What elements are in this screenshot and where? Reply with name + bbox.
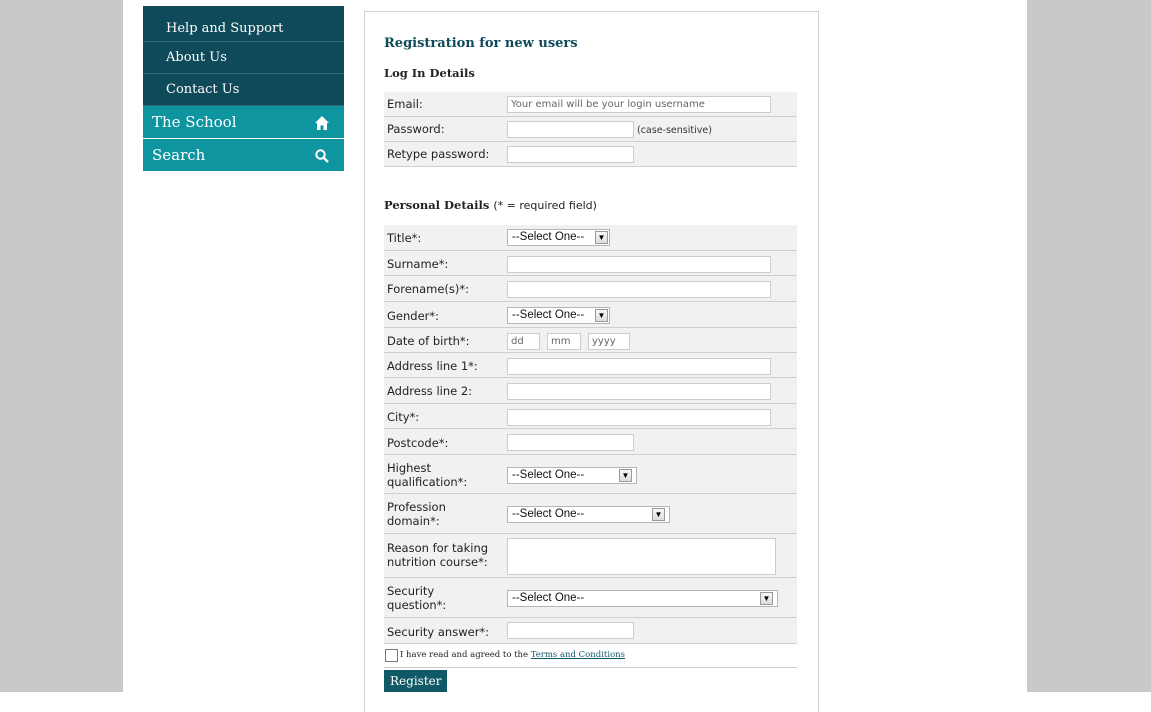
password-row: Password: (case-sensitive): [384, 117, 797, 142]
dob-month-input[interactable]: mm: [547, 333, 581, 350]
forename-input[interactable]: [507, 281, 771, 298]
sidebar-top-strip: [143, 6, 344, 16]
security-question-label-line-2: question*:: [387, 598, 447, 612]
sidebar-item-about-us[interactable]: About Us: [143, 42, 344, 74]
terms-agreement: I have read and agreed to the Terms and …: [384, 649, 797, 668]
profession-label-line-2: domain*:: [387, 514, 440, 528]
qualification-select[interactable]: --Select One-- ▼: [507, 467, 637, 484]
chevron-down-icon: ▼: [619, 469, 632, 482]
title-label: Title*:: [387, 231, 422, 245]
sidebar-item-contact-us[interactable]: Contact Us: [143, 74, 344, 106]
password-hint: (case-sensitive): [637, 125, 712, 136]
security-question-select-value: --Select One--: [512, 592, 585, 604]
gender-label: Gender*:: [387, 309, 440, 323]
qualification-label: Highest qualification*:: [387, 461, 467, 489]
address-line-2-label: Address line 2:: [387, 384, 473, 398]
address-line-2-input[interactable]: [507, 383, 771, 400]
personal-section-heading: Personal Details (* = required field): [384, 198, 597, 212]
personal-section-title: Personal Details: [384, 198, 490, 212]
postcode-input[interactable]: [507, 434, 634, 451]
postcode-label: Postcode*:: [387, 436, 449, 450]
page-gutter-right: [1027, 0, 1151, 692]
retype-password-row: Retype password:: [384, 142, 797, 167]
password-label: Password:: [387, 122, 445, 136]
highest-qualification-row: Highest qualification*: --Select One-- ▼: [384, 455, 797, 494]
email-input[interactable]: Your email will be your login username: [507, 96, 771, 113]
address-line-1-input[interactable]: [507, 358, 771, 375]
dob-year-input[interactable]: yyyy: [588, 333, 630, 350]
sidebar-category-label: Search: [152, 146, 206, 164]
chevron-down-icon: ▼: [595, 309, 608, 322]
chevron-down-icon: ▼: [760, 592, 773, 605]
title-select-value: --Select One--: [512, 231, 585, 243]
security-question-label-line-1: Security: [387, 584, 435, 598]
security-question-row: Security question*: --Select One-- ▼: [384, 578, 797, 618]
security-answer-input[interactable]: [507, 622, 634, 639]
city-label: City*:: [387, 410, 420, 424]
profession-select-value: --Select One--: [512, 508, 585, 520]
title-select[interactable]: --Select One-- ▼: [507, 229, 610, 246]
security-answer-row: Security answer*:: [384, 618, 797, 644]
terms-checkbox[interactable]: [385, 649, 398, 662]
qualification-select-value: --Select One--: [512, 469, 585, 481]
sidebar-category-label: The School: [152, 113, 237, 131]
email-label: Email:: [387, 97, 423, 111]
sidebar-category-the-school[interactable]: The School: [143, 106, 344, 139]
register-button[interactable]: Register: [384, 670, 448, 692]
date-of-birth-label: Date of birth*:: [387, 334, 470, 348]
login-section-heading: Log In Details: [384, 66, 475, 80]
search-icon: [315, 149, 329, 163]
email-row: Email: Your email will be your login use…: [384, 92, 797, 117]
city-input[interactable]: [507, 409, 771, 426]
required-field-note: (* = required field): [493, 199, 597, 212]
surname-input[interactable]: [507, 256, 771, 273]
form-title: Registration for new users: [384, 36, 578, 51]
page-gutter-left: [0, 0, 123, 692]
chevron-down-icon: ▼: [595, 231, 608, 244]
forename-label: Forename(s)*:: [387, 282, 469, 296]
sidebar-item-help-and-support[interactable]: Help and Support: [143, 16, 344, 42]
registration-form-panel: Registration for new users Log In Detail…: [364, 11, 819, 712]
password-input[interactable]: [507, 121, 634, 138]
sidebar-nav: Help and Support About Us Contact Us The…: [143, 6, 344, 172]
terms-text: I have read and agreed to the Terms and …: [400, 650, 625, 660]
reason-textarea[interactable]: [507, 538, 776, 575]
forename-row: Forename(s)*:: [384, 276, 797, 302]
security-answer-label: Security answer*:: [387, 625, 490, 639]
home-icon: [315, 116, 329, 130]
title-row: Title*: --Select One-- ▼: [384, 225, 797, 251]
reason-row: Reason for taking nutrition course*:: [384, 534, 797, 578]
qualification-label-line-1: Highest: [387, 461, 432, 475]
gender-select[interactable]: --Select One-- ▼: [507, 307, 610, 324]
chevron-down-icon: ▼: [652, 508, 665, 521]
terms-and-conditions-link[interactable]: Terms and Conditions: [531, 650, 625, 660]
profession-label-line-1: Profession: [387, 500, 446, 514]
reason-label: Reason for taking nutrition course*:: [387, 541, 488, 569]
retype-password-input[interactable]: [507, 146, 634, 163]
address-line-2-row: Address line 2:: [384, 378, 797, 404]
postcode-row: Postcode*:: [384, 429, 797, 455]
qualification-label-line-2: qualification*:: [387, 475, 468, 489]
date-of-birth-row: Date of birth*: dd mm yyyy: [384, 328, 797, 353]
reason-label-line-2: nutrition course*:: [387, 555, 488, 569]
sidebar-category-search[interactable]: Search: [143, 139, 344, 172]
address-line-1-row: Address line 1*:: [384, 353, 797, 378]
security-question-label: Security question*:: [387, 584, 446, 612]
profession-select[interactable]: --Select One-- ▼: [507, 506, 670, 523]
reason-label-line-1: Reason for taking: [387, 541, 489, 555]
profession-label: Profession domain*:: [387, 500, 446, 528]
gender-select-value: --Select One--: [512, 309, 585, 321]
gender-row: Gender*: --Select One-- ▼: [384, 302, 797, 328]
surname-row: Surname*:: [384, 251, 797, 276]
security-question-select[interactable]: --Select One-- ▼: [507, 590, 778, 607]
profession-domain-row: Profession domain*: --Select One-- ▼: [384, 494, 797, 534]
city-row: City*:: [384, 404, 797, 429]
dob-day-input[interactable]: dd: [507, 333, 540, 350]
address-line-1-label: Address line 1*:: [387, 359, 478, 373]
surname-label: Surname*:: [387, 257, 449, 271]
terms-statement: I have read and agreed to the: [400, 650, 529, 660]
retype-password-label: Retype password:: [387, 147, 490, 161]
